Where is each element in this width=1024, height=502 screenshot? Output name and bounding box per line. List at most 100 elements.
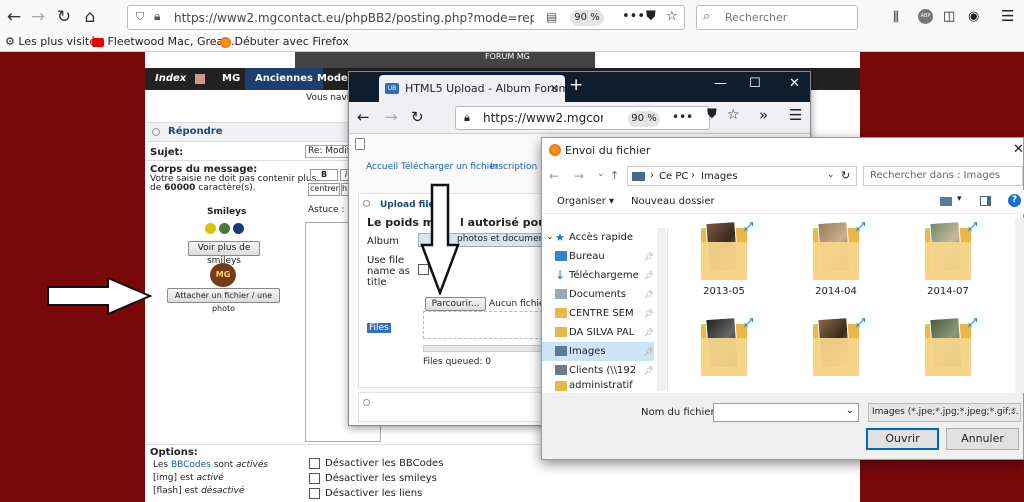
upload-url-bar[interactable]: 🔒︎ https://www2.mgcontac 90 % ••• bbox=[455, 106, 710, 130]
adblock-icon[interactable]: ABP bbox=[918, 9, 933, 24]
nav-image-icon[interactable] bbox=[195, 74, 205, 84]
upload-tab[interactable]: UB HTML5 Upload - Album Forum ✕ bbox=[379, 75, 569, 102]
more-actions-icon[interactable]: ••• bbox=[622, 9, 645, 24]
bookmark-most-visited[interactable]: ⚙ Les plus visités bbox=[5, 35, 102, 48]
tree-item-da-silva[interactable]: DA SILVA PAL 📌︎ bbox=[542, 323, 654, 342]
reload-icon[interactable]: ↻ bbox=[52, 4, 76, 30]
close-window-icon[interactable]: ✕ bbox=[789, 76, 800, 91]
nav-mg[interactable]: MG bbox=[222, 73, 240, 84]
smiley-icon[interactable] bbox=[219, 223, 230, 234]
new-tab-icon[interactable]: + bbox=[569, 75, 583, 95]
close-tab-icon[interactable]: ✕ bbox=[550, 75, 559, 102]
firefox-icon bbox=[549, 144, 561, 156]
chevron-down-icon[interactable]: ⌄ bbox=[597, 169, 605, 179]
sidebar-icon[interactable]: ◫ bbox=[943, 9, 955, 24]
minimize-icon[interactable]: — bbox=[714, 76, 727, 91]
bookmark-youtube[interactable]: Fleetwood Mac, Great... bbox=[92, 35, 238, 48]
menu-icon[interactable]: ☰ bbox=[789, 106, 802, 124]
help-icon[interactable]: ? bbox=[1008, 194, 1021, 207]
link-upload[interactable]: Télécharger un fichier bbox=[401, 162, 498, 172]
more-actions-icon[interactable]: ••• bbox=[672, 110, 693, 124]
account-icon[interactable]: ◉ bbox=[968, 9, 979, 24]
reload-icon[interactable]: ↻ bbox=[411, 108, 424, 126]
disable-smileys-checkbox[interactable] bbox=[309, 473, 320, 484]
path-ce-pc[interactable]: Ce PC bbox=[659, 171, 688, 182]
url-bar[interactable]: ⛉ 🔒︎ https://www2.mgcontact.eu/phpBB2/po… bbox=[127, 5, 685, 30]
menu-icon[interactable]: ☰ bbox=[1001, 7, 1014, 25]
refresh-icon[interactable]: ↻ bbox=[841, 169, 850, 182]
pocket-icon[interactable]: ⛊ bbox=[707, 107, 717, 122]
folder-item[interactable]: ⤢ 2014-07 bbox=[918, 220, 978, 297]
open-button[interactable]: Ouvrir bbox=[866, 428, 939, 450]
smiley-icon[interactable] bbox=[205, 223, 216, 234]
folder-item[interactable]: ⤢ bbox=[694, 316, 754, 382]
tree-item-quick-access[interactable]: ⌄ ★ Accès rapide bbox=[542, 228, 654, 247]
bbcode-link[interactable]: BBCodes bbox=[171, 460, 211, 470]
smiley-icon[interactable] bbox=[233, 223, 244, 234]
nav-anciennes[interactable]: Anciennes bbox=[245, 68, 323, 90]
file-grid-scrollbar[interactable] bbox=[1015, 218, 1024, 393]
chevron-down-icon[interactable]: ⌄ bbox=[546, 228, 554, 247]
back-icon[interactable]: ← bbox=[2, 4, 26, 30]
organize-button[interactable]: Organiser ▾ bbox=[557, 196, 614, 207]
tree-item-bureau[interactable]: Bureau 📌︎ bbox=[542, 247, 654, 266]
lock-icon: 🔒︎ bbox=[154, 9, 161, 23]
home-icon[interactable]: ⌂ bbox=[78, 4, 102, 30]
back-icon[interactable]: ← bbox=[549, 169, 559, 183]
search-bar[interactable]: ⌕ Rechercher bbox=[696, 5, 858, 30]
attach-file-button[interactable]: Attacher un fichier / une photo bbox=[167, 288, 280, 313]
dialog-search-input[interactable]: Rechercher dans : Images bbox=[863, 166, 1023, 186]
chevron-down-icon[interactable]: ⌄ bbox=[846, 405, 854, 416]
nav-index[interactable]: Index bbox=[155, 73, 186, 84]
browse-button[interactable]: Parcourir... bbox=[425, 297, 486, 311]
zoom-badge[interactable]: 90 % bbox=[628, 111, 660, 127]
folder-item[interactable]: ⤢ 2013-05 bbox=[694, 220, 754, 297]
folder-item[interactable]: ⤢ bbox=[806, 316, 866, 382]
dropzone[interactable] bbox=[423, 311, 553, 339]
bookmark-star-icon[interactable]: ☆ bbox=[666, 9, 678, 24]
forward-icon[interactable]: → bbox=[385, 108, 398, 126]
address-bar[interactable]: › Ce PC › Images ⌄ ↻ bbox=[627, 166, 857, 186]
link-inscription[interactable]: Inscription bbox=[490, 162, 537, 172]
forward-icon[interactable]: → bbox=[574, 169, 584, 183]
link-accueil[interactable]: Accueil bbox=[366, 162, 398, 172]
upload-url-text: https://www2.mgcontac bbox=[483, 111, 603, 125]
maximize-icon[interactable]: ☐ bbox=[749, 76, 761, 91]
back-icon[interactable]: ← bbox=[357, 108, 370, 126]
close-dialog-icon[interactable]: ✕ bbox=[1013, 142, 1024, 157]
overflow-icon[interactable]: » bbox=[759, 106, 768, 124]
pocket-icon[interactable]: ⛊ bbox=[646, 9, 656, 24]
chevron-down-icon: ⌄ bbox=[1009, 407, 1017, 417]
bookmark-star-icon[interactable]: ☆ bbox=[727, 107, 740, 123]
tree-scrollbar[interactable] bbox=[657, 228, 666, 391]
disable-links-checkbox[interactable] bbox=[309, 488, 320, 499]
tree-item-documents[interactable]: Documents 📌︎ bbox=[542, 285, 654, 304]
tree-item-centre-sem[interactable]: CENTRE SEM 📌︎ bbox=[542, 304, 654, 323]
bookmark-firefox[interactable]: Débuter avec Firefox bbox=[220, 35, 349, 48]
file-type-filter[interactable]: Images (*.jpe;*.jpg;*.jpeg;*.gif;*. ⌄ bbox=[868, 403, 1021, 422]
filename-input[interactable]: ⌄ bbox=[713, 403, 859, 422]
up-icon[interactable]: ↑ bbox=[610, 169, 619, 182]
more-smileys-button[interactable]: Voir plus de smileys bbox=[188, 241, 260, 266]
disable-bbcode-label: Désactiver les BBCodes bbox=[325, 458, 444, 469]
path-images[interactable]: Images bbox=[701, 171, 738, 182]
tree-item-administratif[interactable]: administratif bbox=[542, 380, 654, 391]
align-select[interactable]: centrer bbox=[308, 183, 340, 196]
reader-view-icon[interactable]: ▤ bbox=[546, 10, 557, 24]
cancel-button[interactable]: Annuler bbox=[946, 428, 1019, 450]
library-icon[interactable]: ⫼ bbox=[893, 10, 899, 25]
folder-item[interactable]: ⤢ 2014-04 bbox=[806, 220, 866, 297]
bold-button[interactable]: B bbox=[310, 169, 338, 181]
preview-pane-icon[interactable] bbox=[980, 196, 991, 206]
new-folder-button[interactable]: Nouveau dossier bbox=[631, 196, 715, 207]
chevron-down-icon[interactable]: ▾ bbox=[957, 194, 962, 204]
chevron-down-icon[interactable]: ⌄ bbox=[827, 170, 835, 180]
folder-item[interactable]: ⤢ bbox=[918, 316, 978, 382]
tree-item-downloads[interactable]: ↓ Téléchargeme 📌︎ bbox=[542, 266, 654, 285]
tree-item-images[interactable]: Images 📌︎ bbox=[542, 342, 654, 361]
forward-icon[interactable]: → bbox=[26, 4, 50, 30]
tree-item-clients[interactable]: Clients (\\192 📌︎ bbox=[542, 361, 654, 380]
view-icon[interactable] bbox=[940, 197, 952, 206]
disable-bbcode-checkbox[interactable] bbox=[309, 458, 320, 469]
zoom-badge[interactable]: 90 % bbox=[570, 10, 604, 26]
